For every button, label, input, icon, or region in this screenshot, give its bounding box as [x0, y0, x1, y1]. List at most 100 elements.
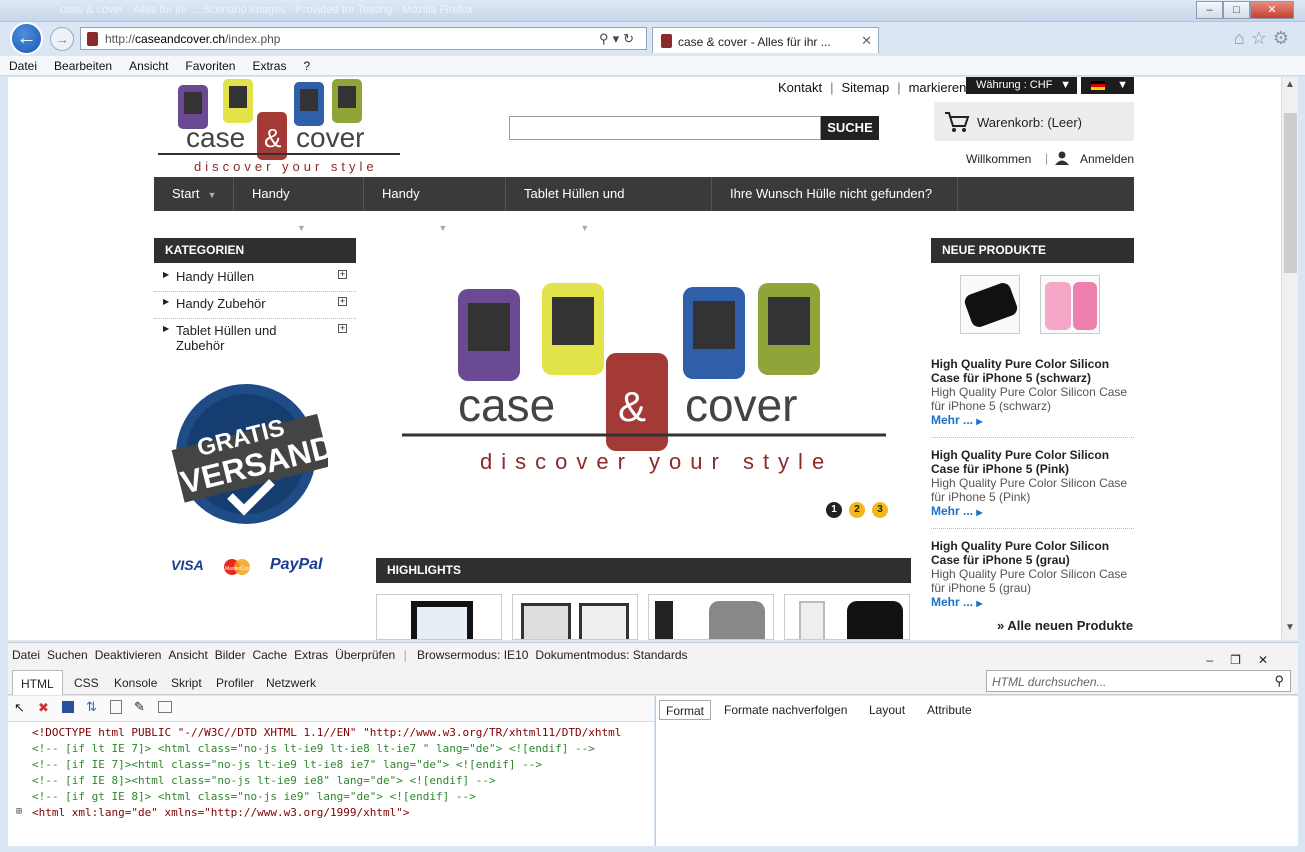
devtools-window-controls[interactable]: – ❐ ✕ — [1198, 643, 1284, 667]
new-product-1-title[interactable]: High Quality Pure Color Silicon Case für… — [931, 357, 1134, 385]
slider-dot-2[interactable]: 2 — [849, 502, 865, 518]
menu-help[interactable]: ? — [294, 56, 318, 73]
tab-html[interactable]: HTML — [12, 670, 63, 695]
browser-mode[interactable]: Browsermodus: IE10 — [413, 643, 531, 662]
dt-menu-suchen[interactable]: Suchen — [43, 643, 91, 662]
currency-selector[interactable]: Währung : CHF ▼ — [966, 77, 1077, 94]
menu-datei[interactable]: Datei — [0, 56, 45, 73]
close-icon: ✕ — [1257, 653, 1278, 667]
link-markieren[interactable]: markieren — [905, 80, 971, 95]
dt-menu-extras[interactable]: Extras — [290, 643, 331, 662]
slider-banner[interactable]: case & cover discover your style — [400, 277, 892, 487]
forward-button[interactable]: → — [50, 27, 74, 51]
browser-tools[interactable]: ⌂☆⚙ — [1234, 28, 1295, 49]
category-handy-huellen[interactable]: ▶ Handy Hüllen + — [154, 265, 356, 292]
cart-box[interactable]: Warenkorb: (Leer) — [934, 102, 1134, 141]
new-product-3-more[interactable]: Mehr ... ▶ — [931, 595, 1134, 609]
select-element-icon[interactable]: ↖ — [14, 700, 25, 716]
new-product-1: High Quality Pure Color Silicon Case für… — [931, 357, 1134, 438]
browser-tab[interactable]: case & cover - Alles für ihr ... ✕ — [652, 27, 879, 53]
source-line[interactable]: <!DOCTYPE html PUBLIC "-//W3C//DTD XHTML… — [32, 726, 621, 739]
nav-start[interactable]: Start ▼ — [154, 177, 234, 211]
source-line[interactable]: <!-- [if IE 7]><html class="no-js lt-ie9… — [32, 758, 542, 771]
dt-menu-cache[interactable]: Cache — [248, 643, 290, 662]
language-selector[interactable]: ▼ — [1081, 77, 1134, 94]
page-viewport: case & cover discover your style Kontakt… — [8, 77, 1281, 640]
new-product-2-title[interactable]: High Quality Pure Color Silicon Case für… — [931, 448, 1134, 476]
tab-konsole[interactable]: Konsole — [106, 670, 165, 695]
address-bar[interactable]: http://caseandcover.ch/index.php ⚲▾↻ — [80, 27, 647, 50]
source-line[interactable]: <!-- [if lt IE 7]> <html class="no-js lt… — [32, 742, 595, 755]
back-button[interactable]: ← — [10, 22, 43, 55]
site-logo[interactable]: case & cover discover your style — [156, 77, 404, 177]
tab-close-icon[interactable]: ✕ — [861, 33, 872, 49]
tab-css[interactable]: CSS — [66, 670, 107, 695]
new-product-thumb-2[interactable] — [1040, 275, 1100, 334]
slider-dot-1[interactable]: 1 — [826, 502, 842, 518]
expand-node-icon[interactable]: ⊞ — [16, 806, 22, 817]
refresh-icon[interactable]: ⇅ — [86, 699, 97, 715]
free-shipping-badge[interactable]: GRATIS VERSAND — [168, 374, 328, 534]
document-mode[interactable]: Dokumentmodus: Standards — [531, 643, 690, 662]
word-wrap-icon[interactable] — [158, 701, 172, 713]
link-sitemap[interactable]: Sitemap — [837, 80, 893, 95]
paypal-logo: PayPal — [270, 556, 323, 573]
nav-handy-zubehoer[interactable]: Handy Zubehör ▼ — [364, 177, 506, 234]
maximize-button[interactable]: □ — [1223, 1, 1250, 19]
login-link[interactable]: Anmelden — [1080, 152, 1134, 166]
save-icon[interactable] — [62, 701, 74, 713]
menu-extras[interactable]: Extras — [243, 56, 294, 73]
highlight-product-2[interactable] — [512, 594, 638, 640]
edit-icon[interactable]: ✎ — [134, 699, 145, 715]
page-scrollbar[interactable]: ▲ ▼ — [1281, 77, 1298, 640]
search-button[interactable]: SUCHE — [821, 116, 879, 140]
address-controls[interactable]: ⚲▾↻ — [599, 31, 638, 47]
tab-layout[interactable]: Layout — [863, 700, 911, 720]
dt-menu-bilder[interactable]: Bilder — [211, 643, 249, 662]
tab-netzwerk[interactable]: Netzwerk — [258, 670, 324, 695]
dt-menu-datei[interactable]: Datei — [8, 643, 43, 662]
search-icon[interactable]: ⚲ — [1274, 673, 1284, 689]
tab-formate-nachverfolgen[interactable]: Formate nachverfolgen — [718, 700, 853, 720]
close-window-button[interactable]: ✕ — [1250, 1, 1294, 19]
highlight-product-4[interactable] — [784, 594, 910, 640]
tab-format[interactable]: Format — [659, 700, 712, 720]
new-products-title: NEUE PRODUKTE — [931, 238, 1134, 263]
source-line[interactable]: <!-- [if gt IE 8]> <html class="no-js ie… — [32, 790, 476, 803]
new-product-2-more[interactable]: Mehr ... ▶ — [931, 504, 1134, 518]
minimize-button[interactable]: – — [1196, 1, 1223, 19]
menu-bearbeiten[interactable]: Bearbeiten — [45, 56, 120, 73]
all-new-products-link[interactable]: » Alle neuen Produkte — [997, 618, 1133, 633]
tab-profiler[interactable]: Profiler — [208, 670, 262, 695]
new-product-1-more[interactable]: Mehr ... ▶ — [931, 413, 1134, 427]
dt-menu-ueberpruefen[interactable]: Überprüfen — [331, 643, 398, 662]
new-product-3: High Quality Pure Color Silicon Case für… — [931, 539, 1134, 619]
slider-dot-3[interactable]: 3 — [872, 502, 888, 518]
nav-tablet[interactable]: Tablet Hüllen und Zubehör ▼ — [506, 177, 712, 234]
menu-ansicht[interactable]: Ansicht — [120, 56, 176, 73]
tab-attribute[interactable]: Attribute — [921, 700, 978, 720]
chevron-down-icon: ▼ — [580, 223, 590, 233]
arrow-right-icon: ▶ — [976, 599, 983, 608]
dom-view-icon[interactable] — [110, 700, 122, 714]
new-product-thumb-1[interactable] — [960, 275, 1020, 334]
category-tablet[interactable]: ▶ Tablet Hüllen und Zubehör + — [154, 319, 356, 359]
nav-wunsch-huelle[interactable]: Ihre Wunsch Hülle nicht gefunden? — [712, 177, 958, 211]
dt-menu-ansicht[interactable]: Ansicht — [164, 643, 210, 662]
source-line-html[interactable]: <html xml:lang="de" xmlns="http://www.w3… — [32, 806, 410, 819]
nav-handy-huellen[interactable]: Handy Hüllen ▼ — [234, 177, 364, 234]
dt-menu-deaktivieren[interactable]: Deaktivieren — [91, 643, 165, 662]
scroll-thumb[interactable] — [1284, 113, 1297, 273]
clear-icon[interactable]: ✖ — [38, 700, 49, 716]
tab-skript[interactable]: Skript — [163, 670, 210, 695]
highlight-product-3[interactable] — [648, 594, 774, 640]
arrow-right-icon: ▶ — [976, 417, 983, 426]
highlight-product-1[interactable] — [376, 594, 502, 640]
menu-favoriten[interactable]: Favoriten — [176, 56, 243, 73]
html-search-input[interactable]: HTML durchsuchen... ⚲ — [986, 670, 1291, 692]
link-kontakt[interactable]: Kontakt — [774, 80, 826, 95]
new-product-3-title[interactable]: High Quality Pure Color Silicon Case für… — [931, 539, 1134, 567]
source-line[interactable]: <!-- [if IE 8]><html class="no-js lt-ie9… — [32, 774, 496, 787]
category-handy-zubehoer[interactable]: ▶ Handy Zubehör + — [154, 292, 356, 319]
search-input[interactable] — [509, 116, 821, 140]
